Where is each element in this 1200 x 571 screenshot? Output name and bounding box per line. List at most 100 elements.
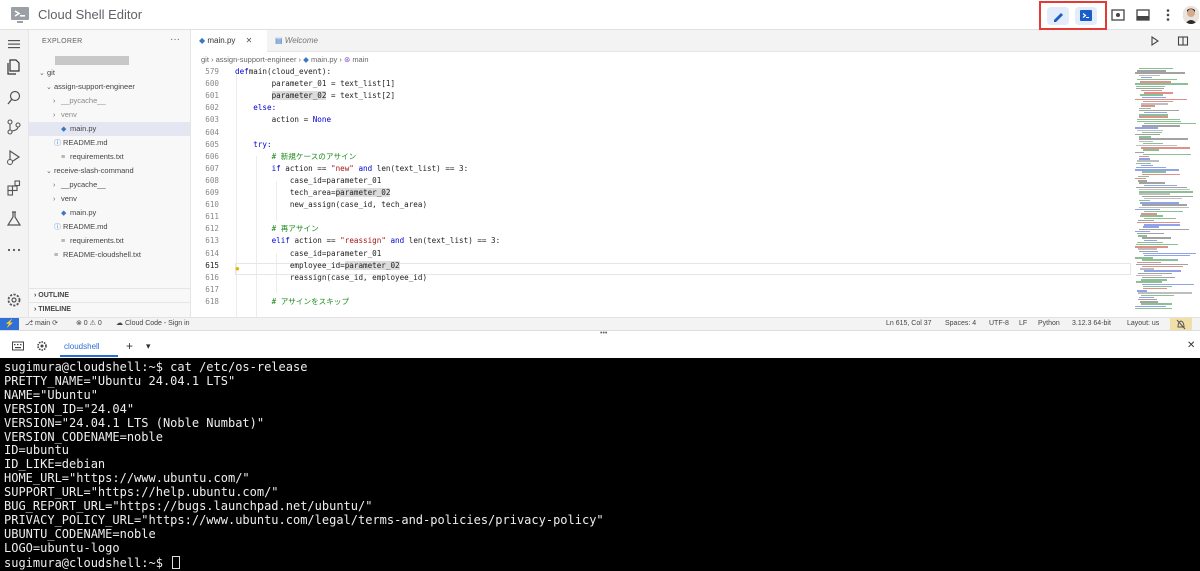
code-token: None <box>312 115 332 125</box>
code-token: "reassign" <box>340 236 386 246</box>
minimap-line <box>1135 208 1160 211</box>
minimap-line <box>1139 296 1154 299</box>
settings-icon[interactable] <box>5 291 23 309</box>
branch-indicator[interactable]: ⎇ main ⟳ <box>25 318 58 330</box>
minimap-line <box>1139 158 1150 160</box>
close-icon[interactable]: ✕ <box>246 36 253 45</box>
minimap-line <box>1139 140 1153 142</box>
tree-file[interactable]: ⓘ README.md <box>46 220 108 234</box>
line-number: 601 <box>205 91 219 101</box>
outline-label: OUTLINE <box>38 292 70 299</box>
tree-folder[interactable]: ⌄ git <box>39 66 55 80</box>
encoding[interactable]: UTF-8 <box>989 318 1009 330</box>
panel-resize-handle[interactable]: ••• <box>600 330 607 337</box>
more-icon[interactable] <box>5 241 23 259</box>
editor-tabs: ◆ main.py ✕ ▤ Welcome <box>191 30 1200 52</box>
language-mode[interactable]: Python <box>1038 318 1060 330</box>
terminal[interactable]: sugimura@cloudshell:~$ cat /etc/os-relea… <box>0 358 1200 571</box>
outline-section[interactable]: › OUTLINE <box>29 288 190 302</box>
line-number: 609 <box>205 188 219 197</box>
python-interpreter[interactable]: 3.12.3 64-bit <box>1072 318 1111 330</box>
terminal-prompt: sugimura@cloudshell:~$ <box>4 555 171 570</box>
tree-file[interactable]: ◆ main.py <box>53 206 96 220</box>
minimap-line <box>1144 224 1180 226</box>
minimap-line <box>1137 79 1177 81</box>
code-text: if action == "new" and len(text_list) ==… <box>235 163 469 175</box>
end-of-line[interactable]: LF <box>1019 318 1027 330</box>
split-editor-icon[interactable] <box>1177 35 1189 47</box>
tree-file[interactable]: ⓘ README.md <box>46 136 108 150</box>
minimap-line <box>1137 118 1180 120</box>
explorer-more-button[interactable]: ··· <box>170 34 180 45</box>
terminal-line: sugimura@cloudshell:~$ cat /etc/os-relea… <box>4 360 308 374</box>
tab-main-py[interactable]: ◆ main.py ✕ <box>191 30 267 52</box>
layout-icon[interactable] <box>1135 7 1151 23</box>
minimap-line <box>1136 87 1164 90</box>
tree-file[interactable]: ≡ requirements.txt <box>53 234 124 248</box>
tree-file[interactable]: ≡ requirements.txt <box>53 150 124 164</box>
minimap-line <box>1135 230 1150 233</box>
extensions-icon[interactable] <box>5 179 23 197</box>
minimap-line <box>1142 283 1194 285</box>
preview-icon[interactable] <box>1110 7 1126 23</box>
minimap-line <box>1140 202 1179 204</box>
tree-folder[interactable]: › venv <box>53 192 77 206</box>
files-icon[interactable] <box>5 58 23 76</box>
minimap-line <box>1135 307 1172 310</box>
minimap-line <box>1142 277 1175 279</box>
code-token: main(cloud_event): <box>248 67 332 76</box>
breadcrumb-symbol[interactable]: main <box>352 55 368 64</box>
tab-welcome[interactable]: ▤ Welcome <box>267 30 339 52</box>
testing-icon[interactable] <box>5 210 23 228</box>
tree-folder[interactable]: ⌄ receive-slash-command <box>46 164 134 178</box>
code-token: # アサインをスキップ <box>235 296 350 306</box>
more-vert-icon[interactable] <box>1160 7 1176 23</box>
menu-icon[interactable] <box>5 35 23 53</box>
minimap-line <box>1139 191 1193 193</box>
open-terminal-button[interactable] <box>1075 7 1097 25</box>
breadcrumb-file[interactable]: main.py <box>311 55 337 64</box>
active-tab-indicator <box>60 355 118 357</box>
run-debug-icon[interactable] <box>5 148 23 166</box>
tree-item-label: main.py <box>70 124 97 133</box>
search-icon[interactable] <box>5 89 23 107</box>
minimap-line <box>1142 173 1180 175</box>
keyboard-layout[interactable]: Layout: us <box>1127 318 1159 330</box>
minimap-line <box>1137 241 1163 244</box>
tree-file[interactable]: ◆ main.py <box>53 122 96 136</box>
branch-name: main <box>35 320 51 327</box>
breadcrumb-path[interactable]: git › assign-support-engineer › <box>201 55 303 64</box>
new-terminal-button[interactable]: + <box>126 339 133 353</box>
chevron-right-icon: › <box>53 196 56 203</box>
source-control-icon[interactable] <box>5 118 23 136</box>
minimap[interactable] <box>1131 66 1200 317</box>
tree-file[interactable]: ≡ README-cloudshell.txt <box>46 248 141 262</box>
code-editor[interactable]: ● 579 defmain(cloud_event): 600 parameter_… <box>191 66 1131 317</box>
breadcrumb-sep: › <box>337 55 344 64</box>
cursor-position[interactable]: Ln 615, Col 37 <box>886 318 932 330</box>
close-panel-button[interactable]: ✕ <box>1187 340 1195 351</box>
run-file-icon[interactable] <box>1149 35 1161 47</box>
terminal-dropdown-button[interactable]: ▾ <box>146 341 151 352</box>
tree-folder[interactable]: › venv <box>53 108 77 122</box>
indentation[interactable]: Spaces: 4 <box>945 318 976 330</box>
pencil-icon <box>1054 13 1063 22</box>
tab-cloudshell[interactable]: cloudshell <box>64 342 100 351</box>
problems-indicator[interactable]: ⊗ 0 ⚠ 0 <box>76 318 102 330</box>
code-token: action = <box>235 115 313 125</box>
keyboard-icon[interactable] <box>12 341 24 351</box>
tree-folder[interactable]: › __pycache__ <box>53 178 106 192</box>
timeline-section[interactable]: › TIMELINE <box>29 302 190 316</box>
tree-folder[interactable]: › __pycache__ <box>53 94 106 108</box>
chevron-down-icon: ⌄ <box>46 84 52 91</box>
code-line: 608 case_id=parameter_01 <box>191 175 1131 187</box>
minimap-line <box>1138 272 1172 274</box>
open-editor-button[interactable] <box>1047 7 1069 25</box>
cloud-code-sign-in[interactable]: ☁ Cloud Code - Sign in <box>116 318 190 330</box>
minimap-line <box>1142 259 1178 261</box>
gear-icon[interactable] <box>36 340 48 352</box>
code-line: 601 parameter_02 = text_list[2] <box>191 90 1131 102</box>
avatar[interactable] <box>1183 6 1199 24</box>
python-file-icon: ◆ <box>61 210 67 217</box>
tree-folder[interactable]: ⌄ assign-support-engineer <box>46 80 135 94</box>
